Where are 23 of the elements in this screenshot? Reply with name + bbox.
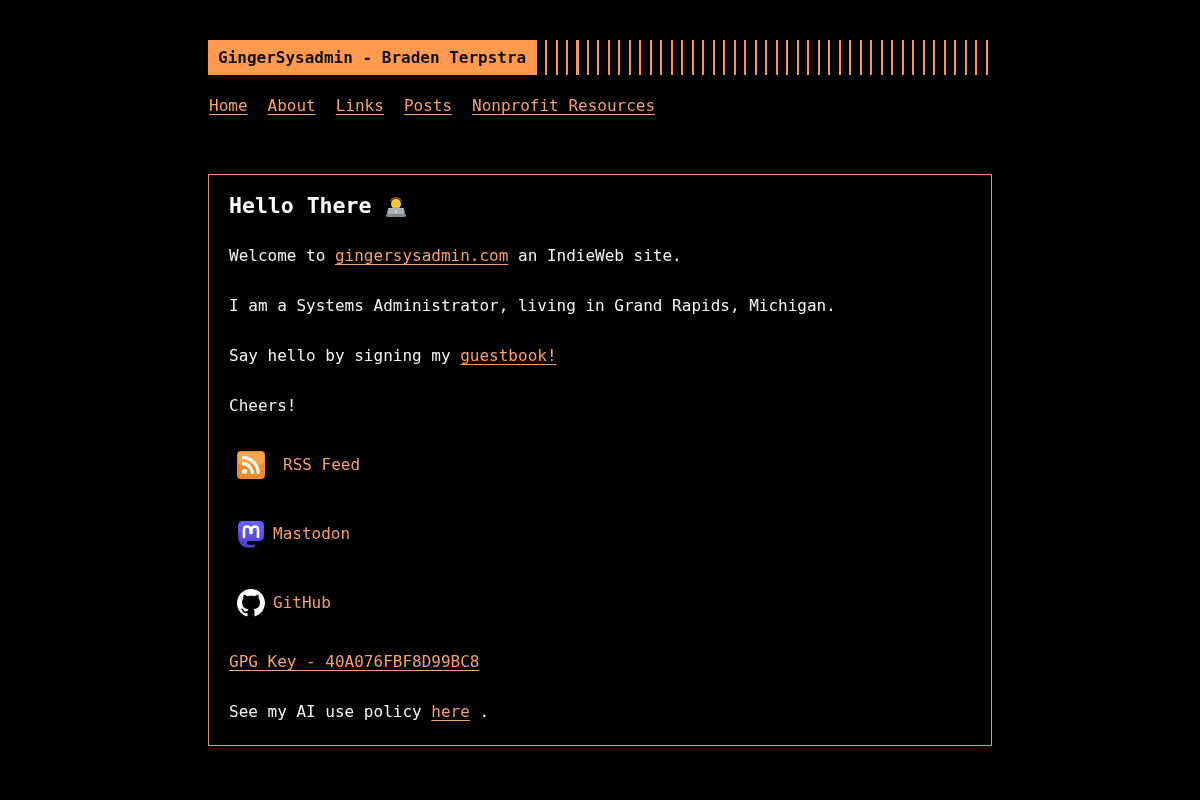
policy-text: See my AI use policy here . bbox=[229, 701, 491, 723]
page-heading: Hello There bbox=[229, 194, 372, 218]
nav-link[interactable]: About bbox=[267, 94, 316, 118]
paragraph-text: Say hello by signing my guestbook! bbox=[229, 345, 558, 367]
site-title: GingerSysadmin - Braden Terpstra bbox=[208, 40, 538, 75]
nav-link[interactable]: Posts bbox=[403, 94, 453, 118]
social-link[interactable]: RSS Feed bbox=[229, 451, 361, 479]
policy-link[interactable]: here bbox=[431, 702, 470, 721]
person-at-laptop-icon bbox=[385, 195, 408, 217]
text-link[interactable]: gingersysadmin.com bbox=[334, 246, 509, 265]
paragraph-text: I am a Systems Administrator, living in Grand Rapids, Michigan. bbox=[229, 295, 837, 317]
social-link[interactable]: Mastodon bbox=[229, 520, 351, 548]
nav-link[interactable]: Nonprofit Resources bbox=[472, 94, 656, 118]
text-link[interactable]: guestbook! bbox=[460, 346, 557, 365]
gpg-key-link[interactable]: GPG Key - 40A076FBF8D99BC8 bbox=[229, 652, 480, 671]
nav-link[interactable]: Home bbox=[209, 94, 248, 118]
nav-link[interactable]: Links bbox=[335, 94, 384, 118]
paragraph-text: Welcome to gingersysadmin.com an IndieWeb site. bbox=[229, 245, 683, 267]
paragraph-text: Cheers! bbox=[229, 395, 298, 417]
rss-feed-icon bbox=[237, 451, 265, 479]
cat-logo-icon bbox=[237, 589, 265, 617]
social-link[interactable]: GitHub bbox=[229, 589, 331, 617]
chat-bubble-logo-icon bbox=[237, 520, 265, 548]
